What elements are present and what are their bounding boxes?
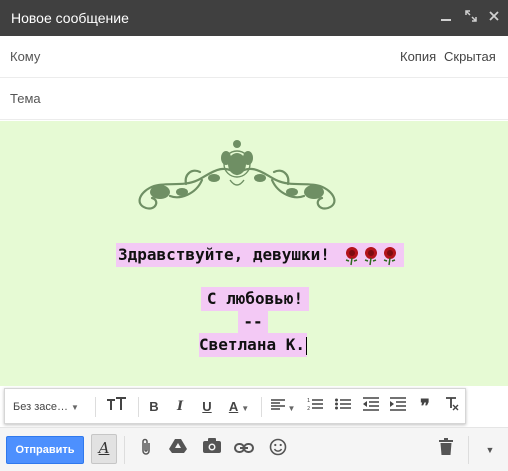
- svg-text:2: 2: [307, 406, 310, 411]
- toolbar-divider: [95, 397, 96, 417]
- emoji-icon[interactable]: [266, 438, 290, 462]
- action-divider: [468, 436, 469, 464]
- signature-line-3: Светлана К.: [199, 333, 307, 357]
- align-icon[interactable]: ▼: [267, 394, 299, 420]
- formatting-options-icon[interactable]: A: [91, 434, 117, 464]
- link-icon[interactable]: [232, 438, 256, 462]
- signature-line-1: С любовью!: [201, 287, 309, 311]
- signature-name: Светлана К.: [199, 335, 305, 354]
- clear-formatting-icon[interactable]: [441, 394, 463, 420]
- subject-placeholder: Тема: [10, 91, 41, 106]
- recipients-row: Кому Копия Скрытая: [0, 36, 508, 78]
- close-icon[interactable]: [484, 8, 504, 28]
- compose-title: Новое сообщение: [11, 10, 129, 26]
- paperclip-icon[interactable]: [134, 438, 158, 462]
- more-options-icon[interactable]: ▼: [478, 438, 502, 462]
- action-divider: [124, 436, 125, 464]
- compose-action-bar: Отправить A ▼: [0, 427, 508, 471]
- subject-row: Тема: [0, 78, 508, 120]
- decorative-ornament: [138, 140, 336, 210]
- toolbar-divider: [261, 397, 262, 417]
- message-body[interactable]: Здравствуйте, девушки! С любовью! -- Све…: [0, 121, 508, 386]
- signature-line-2: --: [238, 310, 268, 334]
- indent-more-icon[interactable]: [386, 394, 410, 420]
- minimize-icon[interactable]: [436, 8, 456, 28]
- recipients-input[interactable]: [60, 42, 380, 72]
- recipients-label: Кому: [10, 49, 41, 64]
- italic-icon[interactable]: I: [169, 394, 191, 420]
- drive-icon[interactable]: [166, 438, 190, 462]
- greeting-text: Здравствуйте, девушки!: [116, 243, 404, 267]
- svg-text:1: 1: [307, 398, 310, 404]
- trash-icon[interactable]: [434, 438, 458, 462]
- chevron-down-icon: ▼: [70, 403, 79, 412]
- formatting-toolbar: Без засе…▼ ▼ B I U A▼ ▼ 12 ❞: [4, 388, 466, 439]
- text-color-icon[interactable]: A ▼: [222, 394, 256, 420]
- compose-title-bar[interactable]: Новое сообщение: [0, 0, 508, 36]
- toolbar-divider: [138, 397, 139, 417]
- subject-input[interactable]: [60, 84, 490, 114]
- underline-icon[interactable]: U: [196, 394, 218, 420]
- quote-icon[interactable]: ❞: [413, 394, 437, 420]
- greeting-label: Здравствуйте, девушки!: [118, 245, 330, 264]
- numbered-list-icon[interactable]: 12: [303, 394, 327, 420]
- chevron-down-icon: ▼: [287, 404, 296, 413]
- indent-less-icon[interactable]: [359, 394, 383, 420]
- camera-icon[interactable]: [200, 438, 224, 462]
- font-family-label: Без засе…: [13, 401, 68, 413]
- font-family-select[interactable]: Без засе… ▼: [13, 394, 89, 420]
- roses-icon: [345, 246, 396, 265]
- text-cursor: [305, 336, 307, 355]
- bold-icon[interactable]: B: [143, 394, 165, 420]
- send-button[interactable]: Отправить: [6, 436, 84, 464]
- chevron-down-icon: ▼: [241, 404, 250, 413]
- expand-icon[interactable]: [461, 8, 481, 28]
- text-size-icon[interactable]: ▼: [101, 394, 133, 439]
- cc-link[interactable]: Копия: [400, 49, 436, 64]
- bulleted-list-icon[interactable]: [331, 394, 355, 420]
- bcc-link[interactable]: Скрытая: [444, 49, 496, 64]
